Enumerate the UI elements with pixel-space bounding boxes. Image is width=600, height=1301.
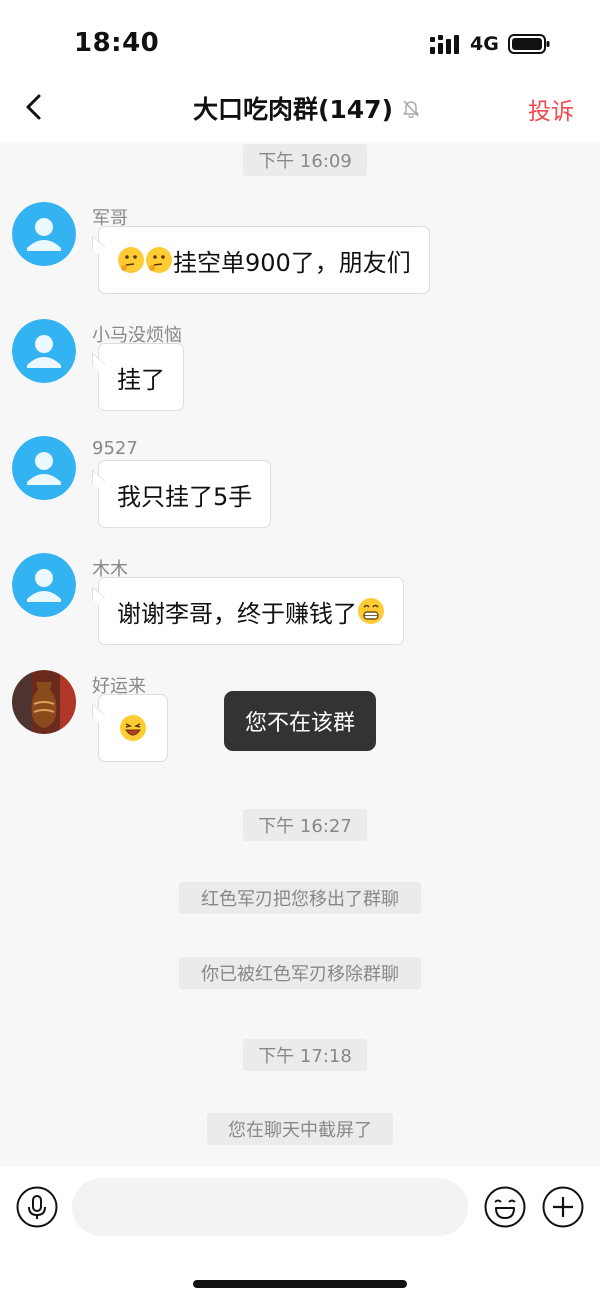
message-bubble[interactable] [98, 694, 168, 762]
battery-icon [508, 34, 550, 54]
chat-title-text: 大口吃肉群(147) [192, 95, 394, 124]
chat-title: 大口吃肉群(147) [0, 90, 600, 126]
message-bubble[interactable]: 谢谢李哥，终于赚钱了 [98, 577, 404, 645]
thinking-emoji-icon [118, 247, 144, 273]
avatar[interactable] [12, 319, 76, 383]
mute-bell-icon [403, 100, 419, 118]
default-user-icon [12, 553, 76, 617]
network-type: 4G [470, 33, 499, 55]
grin-emoji-icon [358, 598, 384, 624]
default-user-icon [12, 436, 76, 500]
avatar[interactable] [12, 436, 76, 500]
laughing-emoji-icon [120, 715, 146, 741]
emoji-icon[interactable] [484, 1186, 526, 1228]
report-button[interactable]: 投诉 [528, 92, 574, 126]
nav-bar: 大口吃肉群(147) 投诉 [0, 80, 600, 142]
message-input[interactable] [72, 1178, 468, 1236]
message-bubble[interactable]: 我只挂了5手 [98, 460, 272, 528]
message-text: 谢谢李哥，终于赚钱了 [117, 599, 357, 628]
thinking-emoji-icon [146, 247, 172, 273]
timestamp-divider: 下午 16:09 [243, 144, 367, 176]
message-text: 我只挂了5手 [117, 482, 253, 511]
system-notice: 您在聊天中截屏了 [207, 1113, 393, 1145]
microphone-icon[interactable] [16, 1186, 58, 1228]
timestamp-divider: 下午 16:27 [243, 809, 367, 841]
plus-icon[interactable] [542, 1186, 584, 1228]
system-notice: 红色军刃把您移出了群聊 [179, 882, 421, 914]
system-notice: 你已被红色军刃移除群聊 [179, 957, 421, 989]
message-bubble[interactable]: 挂了 [98, 343, 184, 411]
status-bar: 18:40 4G [0, 0, 600, 80]
message-text: 挂了 [117, 365, 165, 394]
sender-name: 9527 [92, 438, 138, 459]
signal-icon [430, 35, 459, 54]
avatar[interactable] [12, 553, 76, 617]
default-user-icon [12, 202, 76, 266]
status-time: 18:40 [74, 28, 160, 58]
message-bubble[interactable]: 挂空单900了，朋友们 [98, 226, 430, 294]
message-text: 挂空单900了，朋友们 [173, 248, 411, 277]
avatar[interactable] [12, 202, 76, 266]
default-user-icon [12, 319, 76, 383]
timestamp-divider: 下午 17:18 [243, 1039, 367, 1071]
vase-photo-avatar [12, 670, 76, 734]
home-indicator[interactable] [193, 1280, 407, 1288]
toast-message: 您不在该群 [224, 691, 376, 751]
avatar[interactable] [12, 670, 76, 734]
